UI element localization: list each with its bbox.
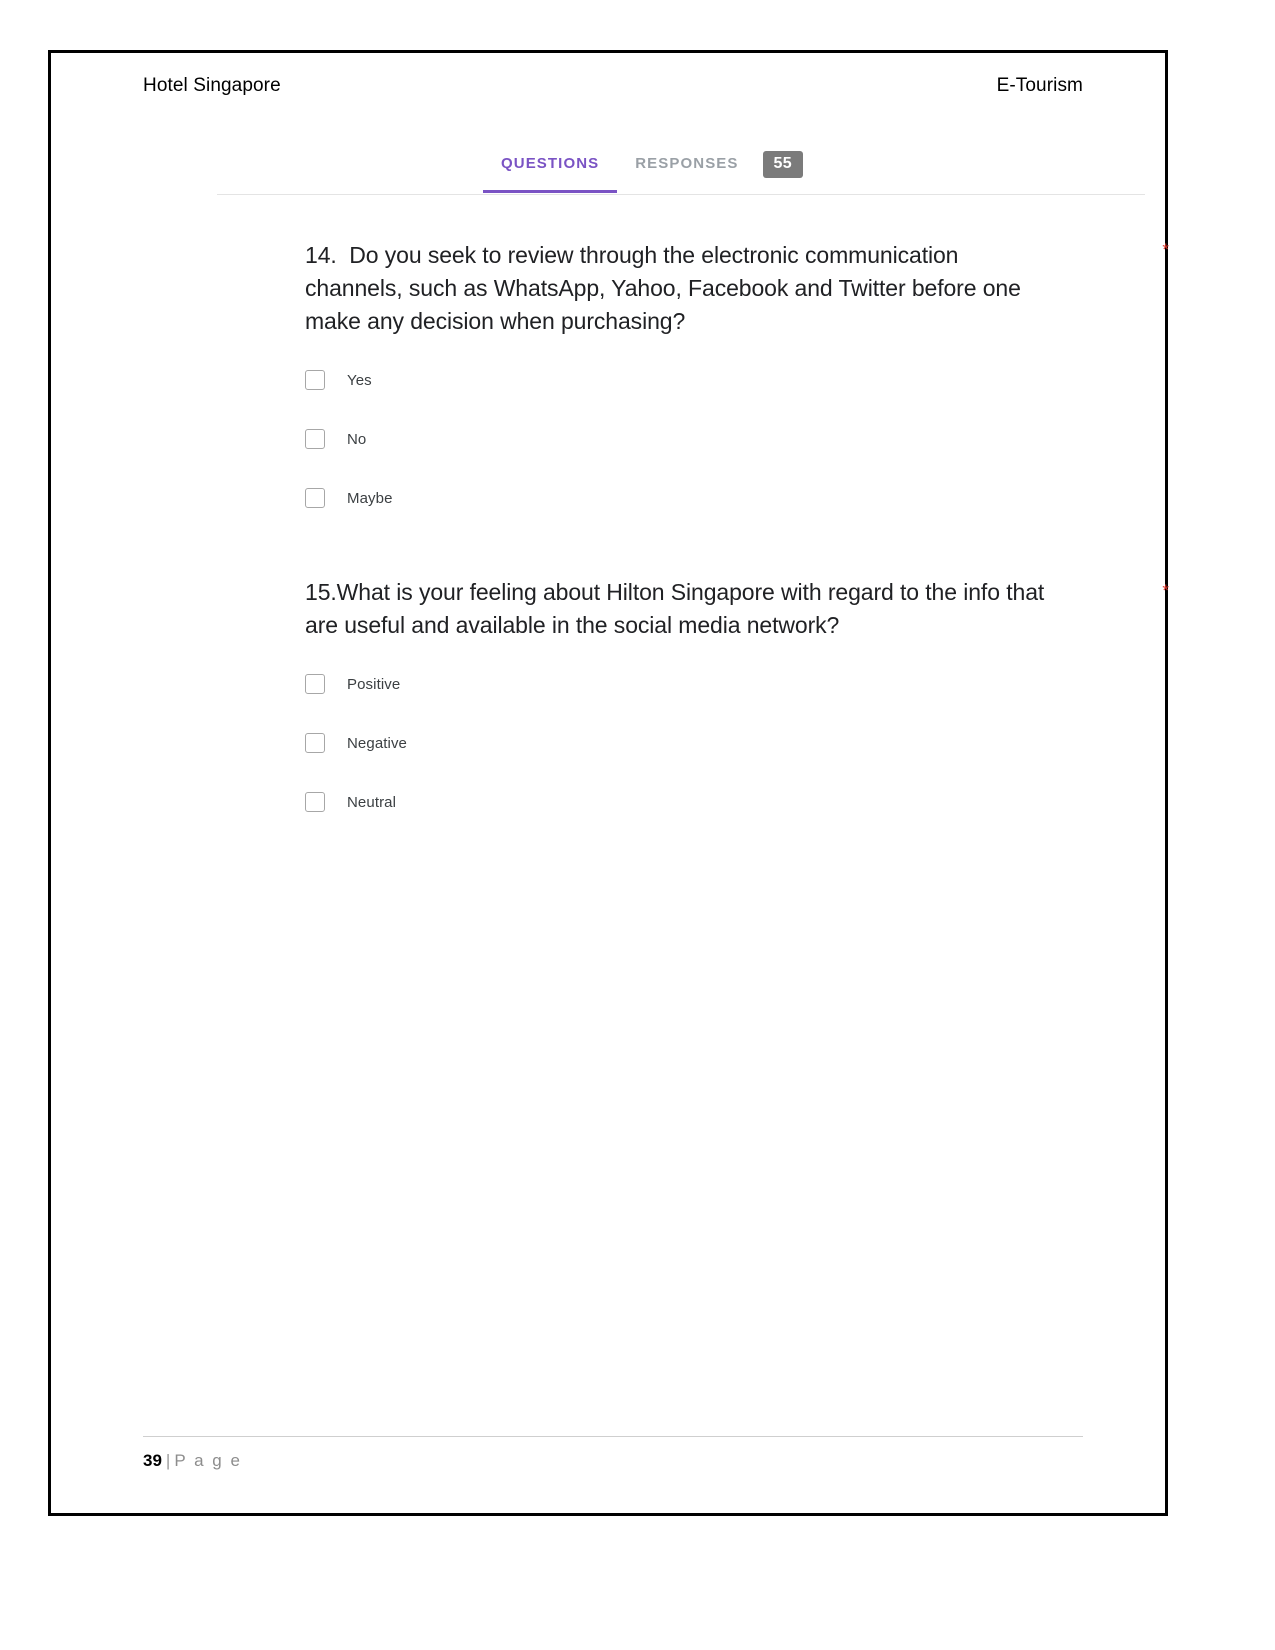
footer-page-word: P a g e bbox=[174, 1451, 242, 1470]
document-page: Hotel Singapore E-Tourism QUESTIONS RESP… bbox=[48, 50, 1169, 1516]
tab-questions[interactable]: QUESTIONS bbox=[483, 133, 618, 193]
footer-page-indicator: 39 | P a g e bbox=[143, 1451, 1083, 1471]
footer-page-number: 39 bbox=[143, 1451, 162, 1470]
document-header: Hotel Singapore E-Tourism bbox=[143, 75, 1083, 97]
option-label: Positive bbox=[347, 675, 401, 693]
tab-responses[interactable]: RESPONSES bbox=[617, 133, 756, 193]
checkbox-icon[interactable] bbox=[305, 429, 325, 449]
option-row[interactable]: Yes bbox=[305, 358, 1145, 402]
question-block: 15.What is your feeling about Hilton Sin… bbox=[217, 576, 1169, 824]
option-label: Yes bbox=[347, 371, 372, 389]
options-group: Yes No Maybe bbox=[217, 358, 1145, 520]
option-label: Maybe bbox=[347, 489, 393, 507]
checkbox-icon[interactable] bbox=[305, 733, 325, 753]
option-row[interactable]: No bbox=[305, 417, 1145, 461]
required-asterisk-icon: * bbox=[1162, 581, 1169, 600]
option-row[interactable]: Positive bbox=[305, 662, 1145, 706]
question-text: 14. Do you seek to review through the el… bbox=[305, 242, 1028, 334]
question-text-row: 14. Do you seek to review through the el… bbox=[217, 239, 1169, 338]
option-label: Negative bbox=[347, 734, 408, 752]
header-right-title: E-Tourism bbox=[996, 75, 1083, 96]
checkbox-icon[interactable] bbox=[305, 488, 325, 508]
options-group: Positive Negative Neutral bbox=[217, 662, 1145, 824]
checkbox-icon[interactable] bbox=[305, 674, 325, 694]
checkbox-icon[interactable] bbox=[305, 370, 325, 390]
option-label: No bbox=[347, 430, 367, 448]
footer-separator: | bbox=[165, 1451, 171, 1470]
question-block: 14. Do you seek to review through the el… bbox=[217, 239, 1169, 520]
option-row[interactable]: Maybe bbox=[305, 476, 1145, 520]
tab-questions-label: QUESTIONS bbox=[501, 154, 600, 172]
form-tabbar: QUESTIONS RESPONSES 55 bbox=[217, 133, 1145, 195]
question-text-row: 15.What is your feeling about Hilton Sin… bbox=[217, 576, 1169, 642]
required-asterisk-icon: * bbox=[1162, 240, 1169, 259]
responses-count-badge: 55 bbox=[762, 151, 803, 178]
page-content: Hotel Singapore E-Tourism QUESTIONS RESP… bbox=[51, 53, 1169, 1513]
questions-list: 14. Do you seek to review through the el… bbox=[217, 195, 1169, 824]
option-row[interactable]: Neutral bbox=[305, 780, 1145, 824]
option-row[interactable]: Negative bbox=[305, 721, 1145, 765]
checkbox-icon[interactable] bbox=[305, 792, 325, 812]
google-form-card: QUESTIONS RESPONSES 55 14. Do you seek t… bbox=[217, 133, 1169, 880]
option-label: Neutral bbox=[347, 793, 397, 811]
tab-responses-label: RESPONSES bbox=[635, 154, 739, 172]
footer-divider bbox=[143, 1436, 1083, 1437]
document-footer: 39 | P a g e bbox=[143, 1436, 1083, 1471]
header-left-title: Hotel Singapore bbox=[143, 75, 281, 96]
question-text: 15.What is your feeling about Hilton Sin… bbox=[305, 579, 1051, 638]
